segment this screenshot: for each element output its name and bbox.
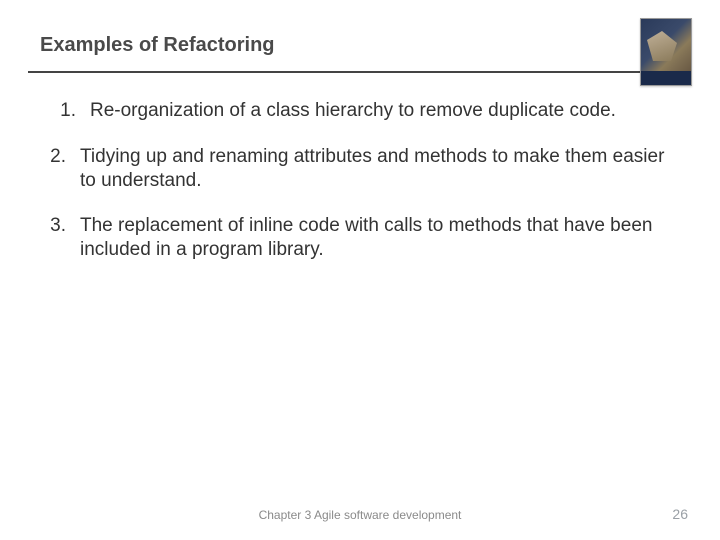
list-item: 2. Tidying up and renaming attributes an…: [40, 145, 680, 193]
list-text: Re-organization of a class hierarchy to …: [90, 99, 680, 123]
slide-header: Examples of Refactoring SOFTWARE ENGINEE…: [0, 0, 720, 57]
slide-body: 1. Re-organization of a class hierarchy …: [0, 73, 720, 262]
list-number: 2.: [40, 145, 66, 193]
list-number: 1.: [50, 99, 76, 123]
list-text: Tidying up and renaming attributes and m…: [80, 145, 680, 193]
list-item: 3. The replacement of inline code with c…: [40, 214, 680, 262]
list-number: 3.: [40, 214, 66, 262]
footer-chapter: Chapter 3 Agile software development: [259, 508, 462, 522]
page-number: 26: [672, 506, 688, 522]
slide-title: Examples of Refactoring: [40, 34, 680, 57]
slide-footer: Chapter 3 Agile software development: [0, 508, 720, 522]
list-text: The replacement of inline code with call…: [80, 214, 680, 262]
list-item: 1. Re-organization of a class hierarchy …: [40, 99, 680, 123]
book-cover-thumbnail: SOFTWARE ENGINEERING: [640, 18, 692, 86]
book-cover-label: SOFTWARE ENGINEERING: [641, 73, 691, 83]
